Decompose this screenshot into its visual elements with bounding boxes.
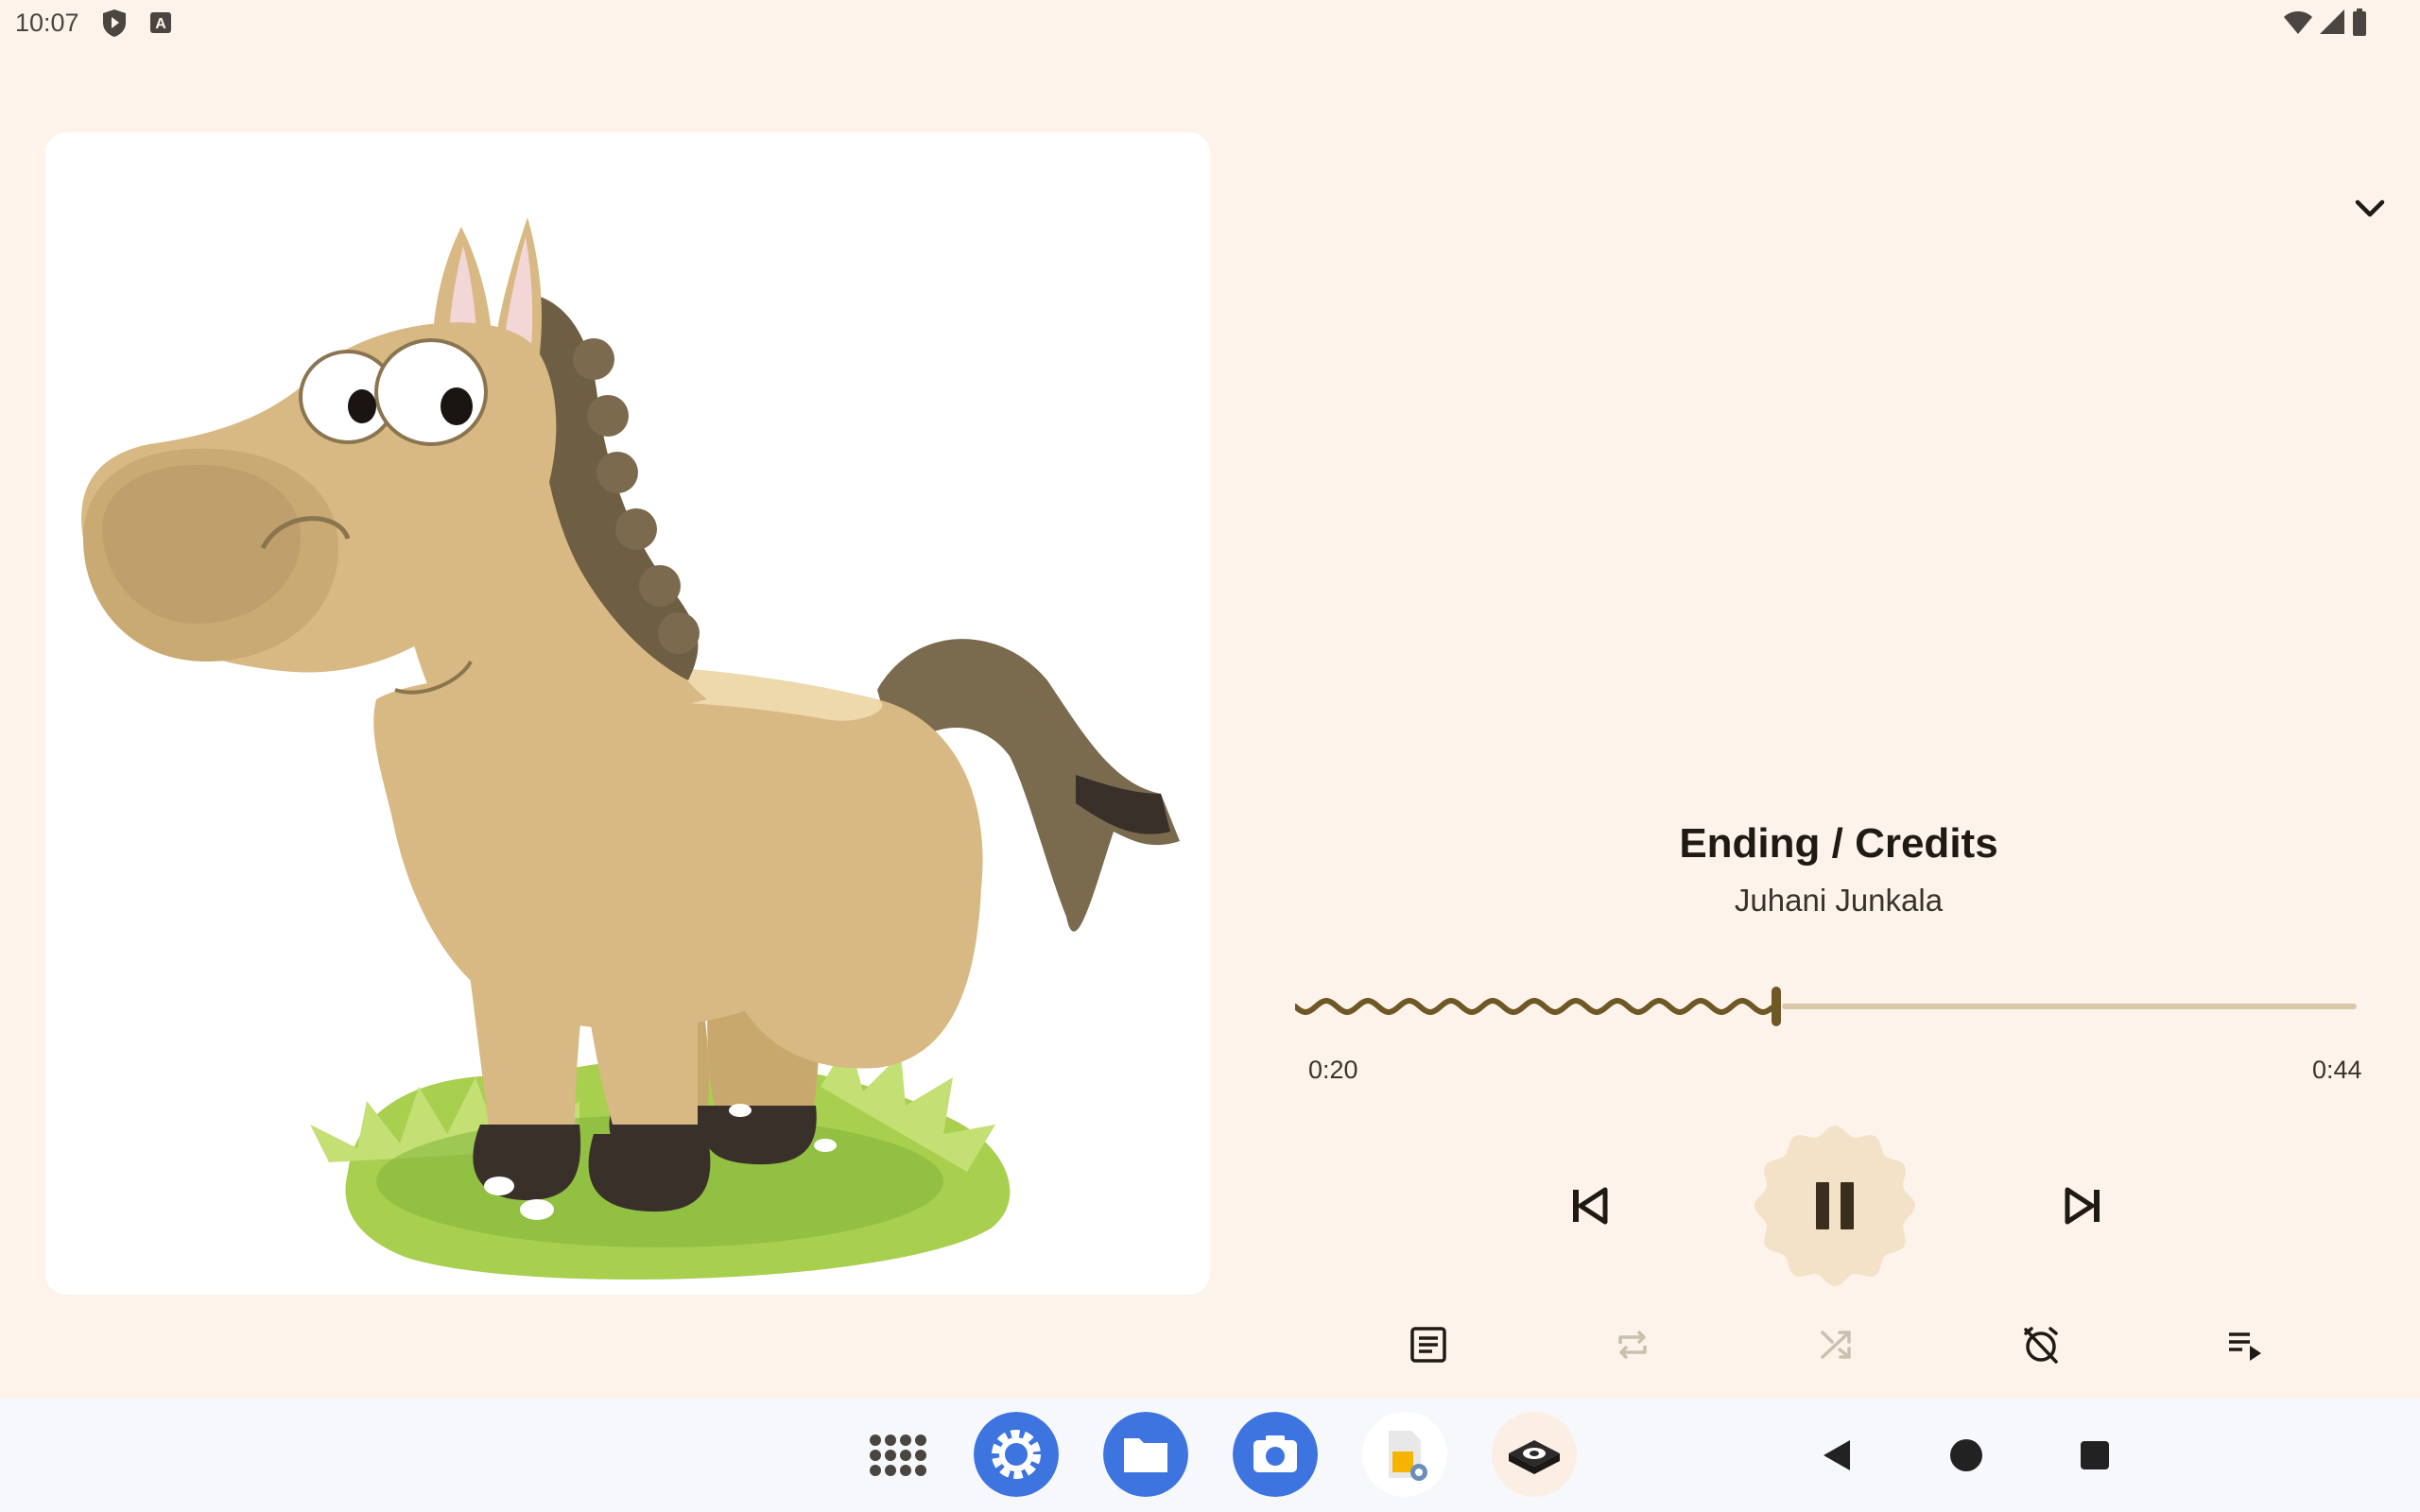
- seek-progress-wave: [1295, 998, 1774, 1015]
- camera-app-icon[interactable]: [1233, 1412, 1318, 1497]
- app-drawer-icon[interactable]: [855, 1412, 940, 1497]
- skip-previous-icon: [1573, 1187, 1608, 1225]
- song-title: Ending / Credits: [1679, 820, 1998, 867]
- keyboard-a-icon: A: [150, 12, 171, 33]
- previous-button[interactable]: [1560, 1177, 1618, 1235]
- sleep-timer-button[interactable]: [2017, 1321, 2065, 1368]
- svg-text:A: A: [155, 16, 166, 32]
- next-button[interactable]: [2054, 1177, 2113, 1235]
- status-bar: 10:07 A: [0, 0, 2420, 45]
- album-art: [45, 132, 1210, 1295]
- lyrics-button[interactable]: [1405, 1321, 1452, 1368]
- play-shield-icon: [103, 9, 126, 37]
- battery-icon: [2353, 9, 2366, 36]
- shuffle-icon: [1821, 1331, 1851, 1359]
- elapsed-time: 0:20: [1308, 1056, 1358, 1084]
- alarm-off-icon: [2024, 1327, 2058, 1364]
- total-time: 0:44: [2312, 1056, 2362, 1084]
- seek-bar[interactable]: [1295, 973, 2373, 1040]
- back-icon[interactable]: [1810, 1427, 1867, 1484]
- pause-icon: [1754, 1125, 1915, 1286]
- status-time: 10:07: [15, 9, 79, 37]
- shuffle-button[interactable]: [1813, 1321, 1860, 1368]
- repeat-button[interactable]: [1609, 1321, 1656, 1368]
- seek-thumb: [1772, 987, 1781, 1026]
- device-settings-app-icon[interactable]: [1362, 1412, 1447, 1497]
- settings-app-icon[interactable]: [974, 1412, 1059, 1497]
- repeat-icon: [1618, 1330, 1647, 1360]
- cell-signal-icon: [2320, 9, 2344, 34]
- lyrics-icon: [1410, 1327, 1446, 1363]
- home-icon[interactable]: [1938, 1427, 1995, 1484]
- files-app-icon[interactable]: [1103, 1412, 1188, 1497]
- chevron-down-icon[interactable]: [2346, 185, 2394, 232]
- music-app-icon[interactable]: [1492, 1412, 1577, 1497]
- recents-icon[interactable]: [2066, 1427, 2123, 1484]
- song-artist[interactable]: Juhani Junkala: [1267, 883, 2411, 919]
- play-pause-button[interactable]: [1754, 1125, 1916, 1287]
- skip-next-icon: [2065, 1187, 2100, 1225]
- taskbar: [0, 1399, 2420, 1512]
- horse-artwork-image: [81, 217, 1180, 1280]
- play-button-shape: [1754, 1125, 1915, 1286]
- queue-icon: [2229, 1332, 2261, 1361]
- wifi-icon: [2284, 11, 2312, 34]
- queue-button[interactable]: [2221, 1321, 2269, 1368]
